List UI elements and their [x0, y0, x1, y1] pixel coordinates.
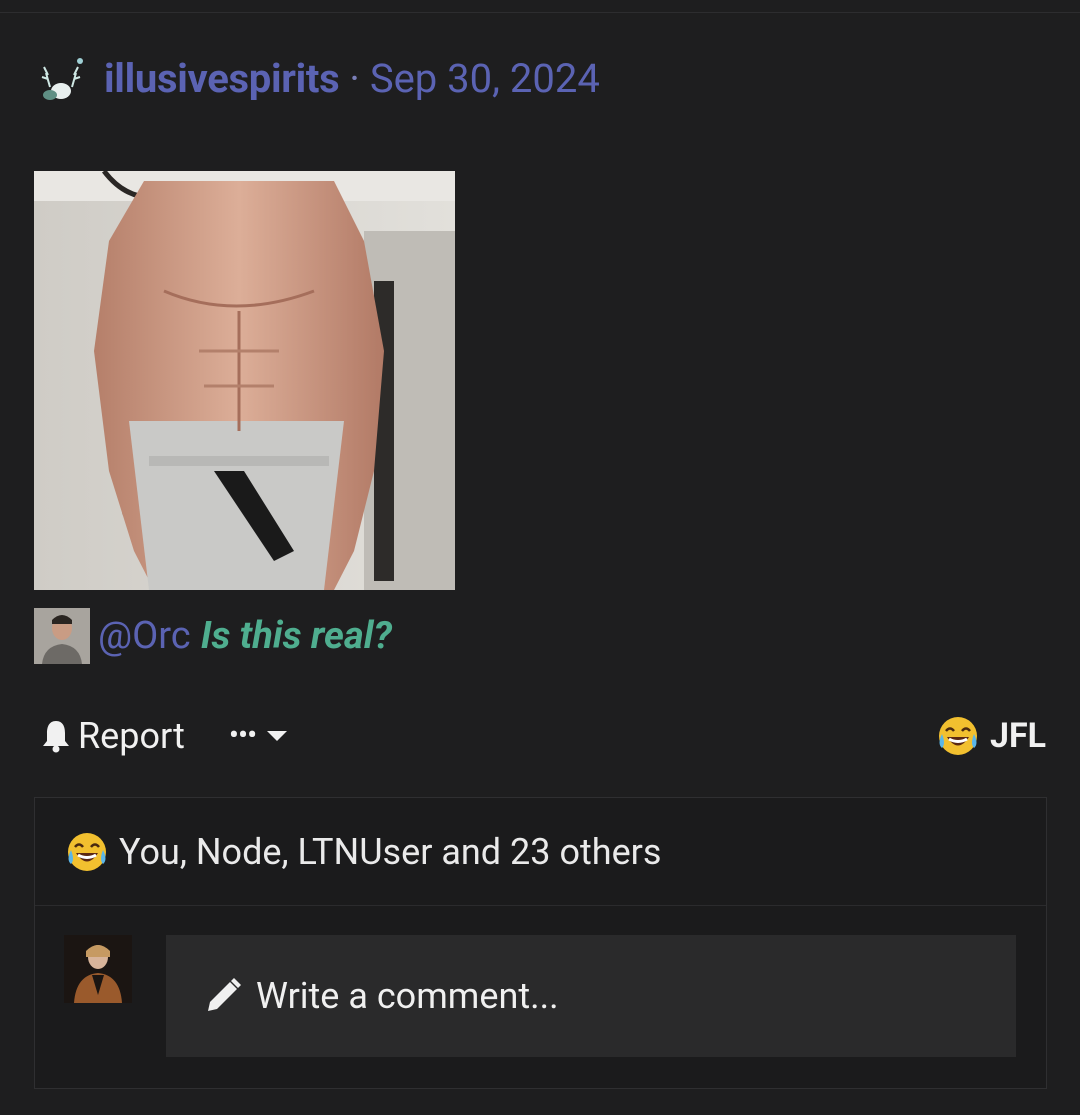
- reaction-button[interactable]: JFL: [936, 714, 1046, 758]
- mention-link[interactable]: @Orc: [98, 614, 191, 658]
- report-button[interactable]: Report: [40, 715, 185, 757]
- deer-avatar-icon: [36, 53, 86, 103]
- top-divider: [0, 12, 1080, 13]
- comment-composer: Write a comment...: [35, 907, 1046, 1087]
- bell-icon: [43, 721, 69, 753]
- orc-avatar-icon: [34, 608, 90, 664]
- current-user-avatar[interactable]: [64, 935, 132, 1003]
- post-image[interactable]: [34, 171, 455, 590]
- caret-down-icon: [267, 731, 288, 741]
- more-options-button[interactable]: •••: [229, 721, 288, 751]
- header-separator: ·: [349, 54, 360, 102]
- author-avatar[interactable]: [36, 53, 86, 103]
- reaction-label: JFL: [989, 716, 1046, 756]
- mentioned-user-avatar[interactable]: [34, 608, 90, 664]
- post-caption: @Orc Is this real?: [34, 608, 392, 664]
- author-username[interactable]: illusivespirits: [104, 55, 340, 102]
- report-label: Report: [78, 715, 185, 757]
- comment-input[interactable]: Write a comment...: [166, 935, 1016, 1057]
- pencil-icon: [208, 978, 241, 1011]
- laughing-crying-emoji-icon: [68, 832, 106, 871]
- reactions-summary[interactable]: You, Node, LTNUser and 23 others: [35, 798, 1046, 906]
- current-user-avatar-image: [64, 935, 132, 1003]
- post-date[interactable]: Sep 30, 2024: [370, 55, 600, 102]
- comment-placeholder: Write a comment...: [256, 975, 559, 1017]
- post-quote-text: Is this real?: [200, 614, 392, 658]
- post-actions: Report ••• JFL: [40, 710, 1046, 762]
- engagement-panel: You, Node, LTNUser and 23 others Write a…: [34, 797, 1047, 1089]
- reactions-summary-text: You, Node, LTNUser and 23 others: [119, 830, 662, 873]
- post-header: illusivespirits · Sep 30, 2024: [36, 50, 600, 106]
- shirtless-man-photo: [34, 171, 455, 590]
- ellipsis-icon: •••: [228, 718, 257, 753]
- laughing-crying-emoji-icon: [938, 717, 977, 755]
